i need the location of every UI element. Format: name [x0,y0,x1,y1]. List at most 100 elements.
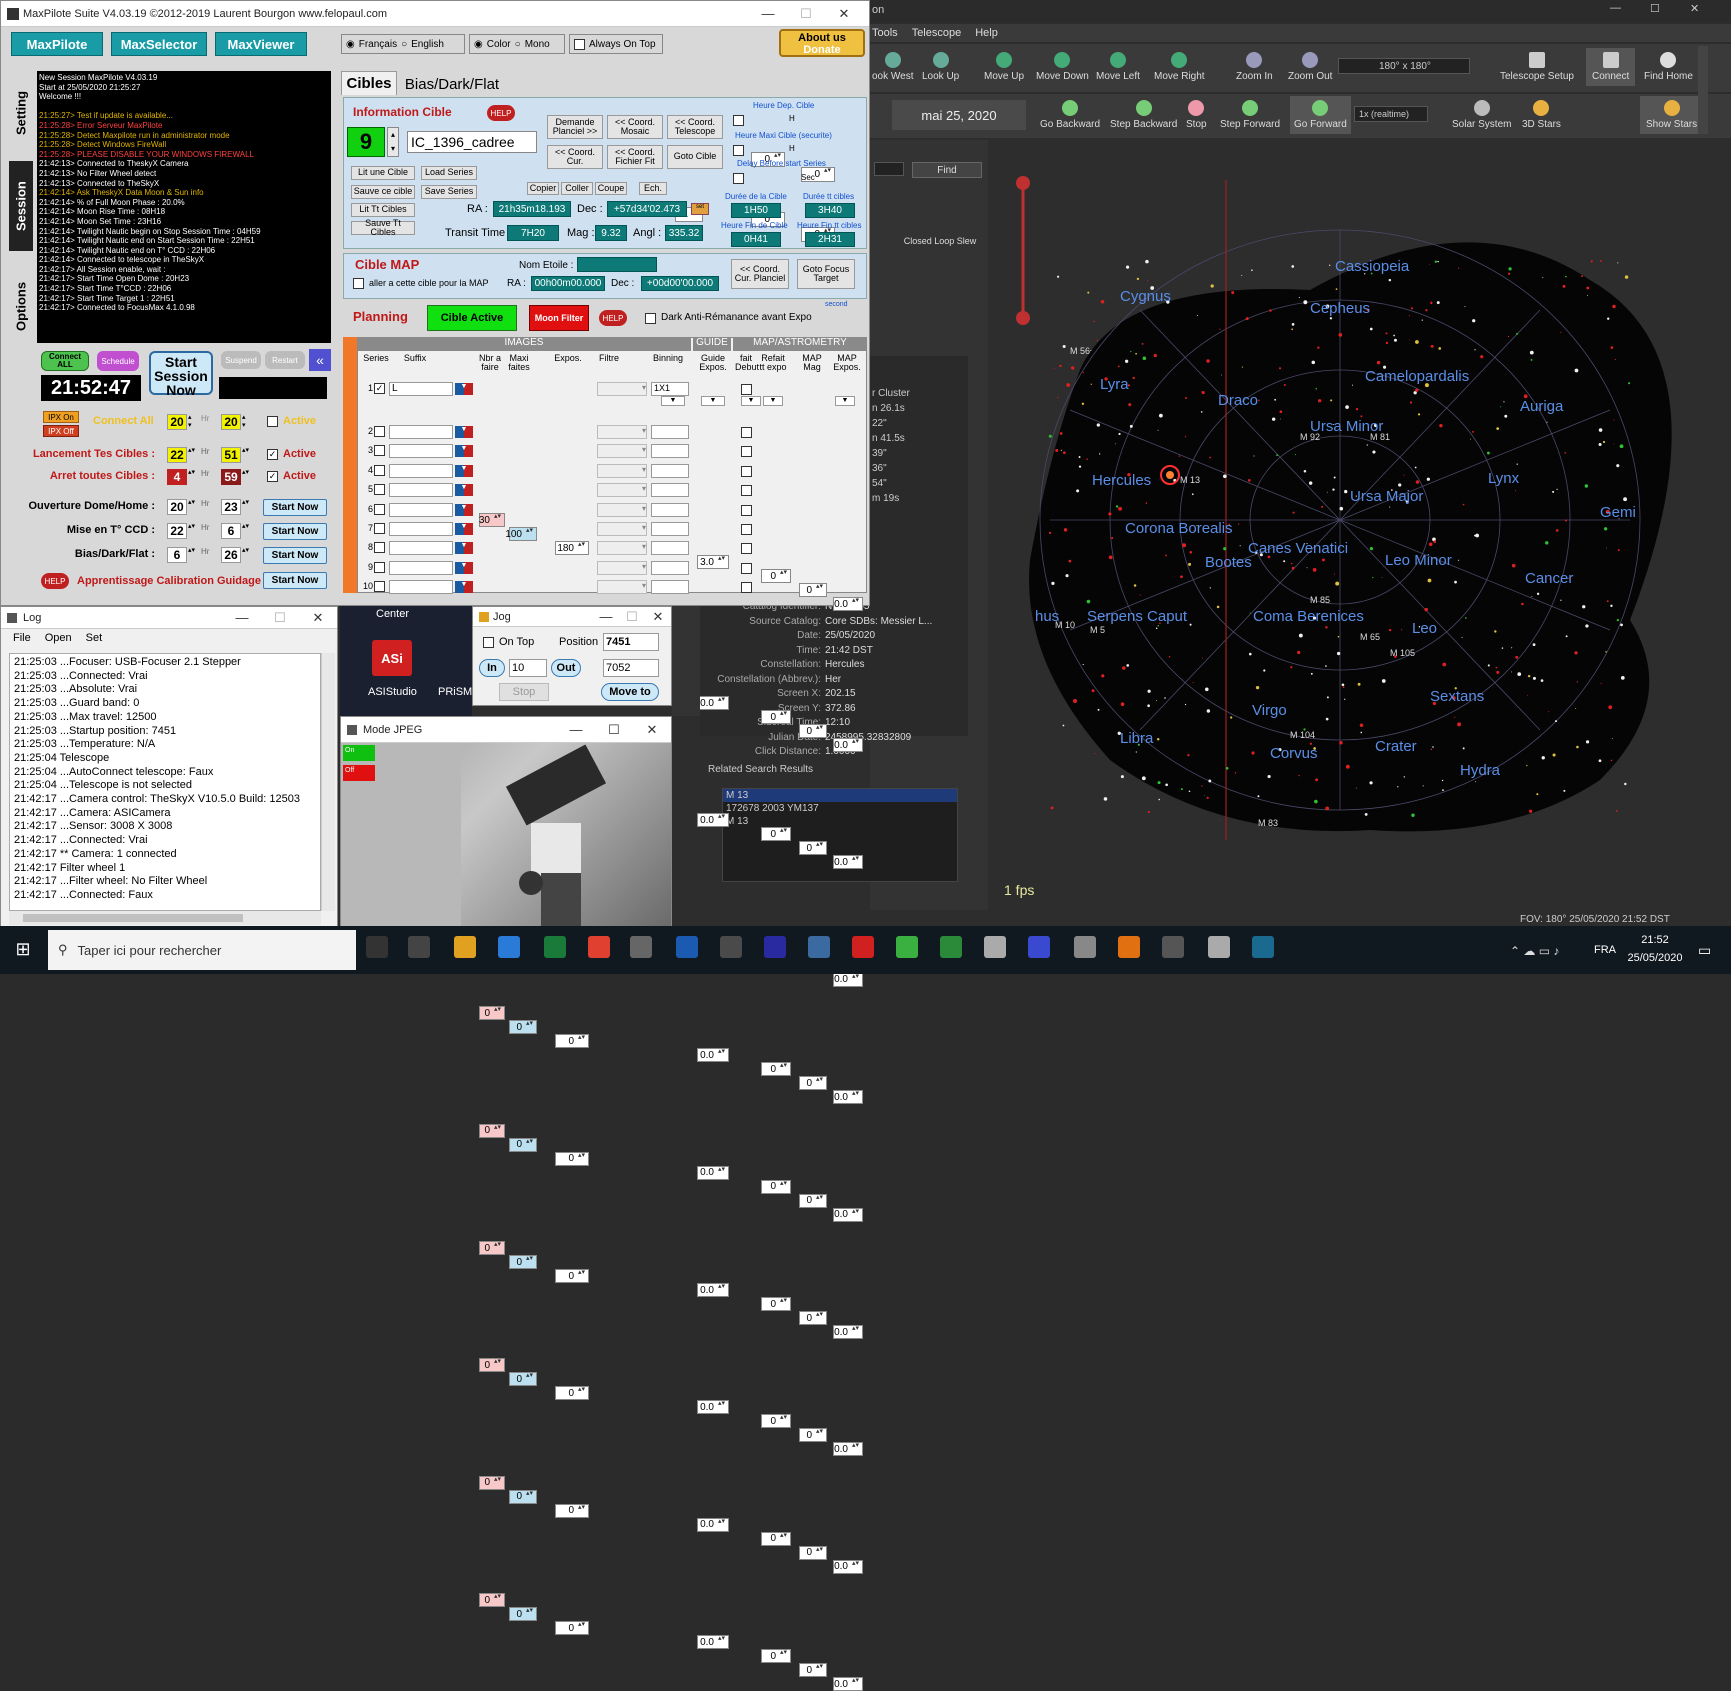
map-dec-value[interactable]: +00d00'00.000 [641,276,719,291]
app-icon[interactable] [630,936,652,958]
zoom-in-button[interactable]: Zoom In [1236,52,1273,82]
series-nbr[interactable]: 0 [479,1358,505,1373]
series-guide[interactable]: 0.0 [697,1635,729,1650]
ipx-off-button[interactable]: IPX Off [43,425,79,437]
series-fait-debut[interactable] [741,485,752,497]
series-maxi[interactable]: 0 [509,1255,537,1269]
series-suffix-input[interactable]: L [389,382,453,396]
series-refait[interactable]: 0 [761,569,791,583]
maximize-icon[interactable]: ☐ [1650,2,1660,15]
schedule-minute[interactable]: 59 [221,469,241,485]
cible-active-button[interactable]: Cible Active [427,305,517,331]
heure-dep-checkbox[interactable] [733,115,744,126]
series-expos[interactable]: 0 [555,1151,589,1166]
minute-spin[interactable]: ▴▾ [242,523,251,539]
start-now-button[interactable]: Start Now [263,523,327,540]
series-map-mag[interactable]: 0 [799,1193,827,1208]
schedule-minute[interactable]: 23 [221,499,241,515]
series-checkbox[interactable] [374,523,385,534]
series-map-mag[interactable]: 0 [799,1663,827,1678]
series-refait[interactable]: 0 [761,1062,791,1077]
active-checkbox[interactable]: ✓ [267,471,278,482]
solar-system-button[interactable]: Solar System [1452,100,1511,130]
date-display[interactable]: mai 25, 2020 [892,100,1026,130]
step-backward-button[interactable]: Step Backward [1110,100,1177,130]
series-nbr[interactable]: 0 [479,1593,505,1608]
always-on-top-checkbox[interactable] [574,38,585,50]
series-filter-select[interactable]: ▾ [597,502,647,517]
series-map-expos[interactable]: 0.0 [833,972,863,987]
log-vertical-scrollbar[interactable] [321,653,335,911]
schedule-hour[interactable]: 22 [167,523,187,539]
series-nbr[interactable]: 0 [479,1241,505,1255]
series-edit-icon[interactable]: ▼ [455,561,473,574]
close-icon[interactable]: ✕ [299,610,337,626]
ra-value[interactable]: 21h35m18.193 [493,201,571,217]
series-maxi[interactable]: 100 [505,527,537,541]
series-map-mag[interactable]: 0 [799,1076,827,1091]
column-dropdown[interactable]: ▼ [701,396,725,406]
series-edit-icon[interactable]: ▼ [455,445,473,458]
minute-spin[interactable]: ▴▾ [242,499,251,515]
radio-mono[interactable]: ○ [515,39,521,50]
find-home-button[interactable]: Find Home [1644,52,1693,82]
dark-anti-checkbox[interactable] [645,313,656,324]
series-filter-select[interactable]: ▾ [597,463,647,478]
series-map-expos[interactable]: 0.0 [833,1442,863,1457]
series-refait[interactable]: 0 [761,1179,791,1194]
stellarium-icon[interactable] [808,936,830,958]
rate-select[interactable]: 1x (realtime) [1354,106,1428,122]
series-guide[interactable]: 0.0 [697,1048,729,1063]
load-series-button[interactable]: Load Series [421,166,477,180]
log-text-area[interactable]: 21:25:03 ...Focuser: USB-Focuser 2.1 Ste… [9,653,321,911]
help-icon[interactable]: HELP [487,105,515,121]
restart-button[interactable]: Restart [265,351,305,369]
fov-select[interactable]: 180° x 180° [1338,58,1470,74]
series-binning-select[interactable] [651,541,689,556]
app-icon[interactable] [896,936,918,958]
asistudio-icon[interactable]: ASi [372,640,412,676]
minimize-icon[interactable]: — [593,609,619,625]
series-nbr[interactable]: 30 [479,513,505,527]
series-map-mag[interactable]: 0 [799,841,827,856]
show-stars-button[interactable]: Show Stars [1640,96,1704,134]
series-edit-icon[interactable]: ▼ [455,503,473,516]
moon-filter-button[interactable]: Moon Filter [529,305,589,331]
series-edit-icon[interactable]: ▼ [455,383,473,395]
series-filter-select[interactable]: ▾ [597,541,647,556]
hour-spin[interactable]: ▴▾ [188,499,197,515]
schedule-minute[interactable]: 6 [221,523,241,539]
series-guide[interactable]: 0.0 [697,1517,729,1532]
menu-telescope[interactable]: Telescope [912,27,962,42]
menu-file[interactable]: File [13,632,31,644]
save-cible-button[interactable]: Sauve ce cible [351,185,415,199]
series-guide[interactable]: 0.0 [697,1400,729,1415]
series-binning-select[interactable] [651,560,689,575]
series-fait-debut[interactable] [741,384,752,395]
series-edit-icon[interactable]: ▼ [455,581,473,594]
side-tab-setting[interactable]: Setting [9,73,33,153]
series-fait-debut[interactable] [741,504,752,516]
hour-spin[interactable]: ▴▾ [188,523,197,539]
app-icon[interactable] [984,936,1006,958]
app-icon[interactable] [940,936,962,958]
series-suffix-input[interactable] [389,580,453,595]
series-filter-select[interactable]: ▾ [597,580,647,595]
series-filter-select[interactable]: ▾ [597,483,647,498]
series-map-mag[interactable]: 0 [799,1428,827,1443]
remote-desktop-icon[interactable] [852,936,874,958]
file-explorer-icon[interactable] [454,936,476,958]
series-checkbox[interactable] [374,426,385,437]
series-map-expos[interactable]: 0.0 [833,1677,863,1691]
series-fait-debut[interactable] [741,427,752,438]
series-suffix-input[interactable] [389,502,453,517]
close-icon[interactable]: ✕ [1690,2,1699,15]
tab-maxviewer[interactable]: MaxViewer [215,32,307,56]
closed-loop-slew-button[interactable]: Closed Loop Slew [898,214,982,254]
suspend-button[interactable]: Suspend [221,351,261,369]
coord-telescope-button[interactable]: << Coord. Telescope [667,115,723,139]
coord-cur-planciel-button[interactable]: << Coord. Cur. Planciel [731,259,789,289]
series-suffix-input[interactable] [389,560,453,575]
series-map-expos[interactable]: 0.0 [833,1325,863,1339]
column-dropdown[interactable]: ▼ [741,396,761,406]
